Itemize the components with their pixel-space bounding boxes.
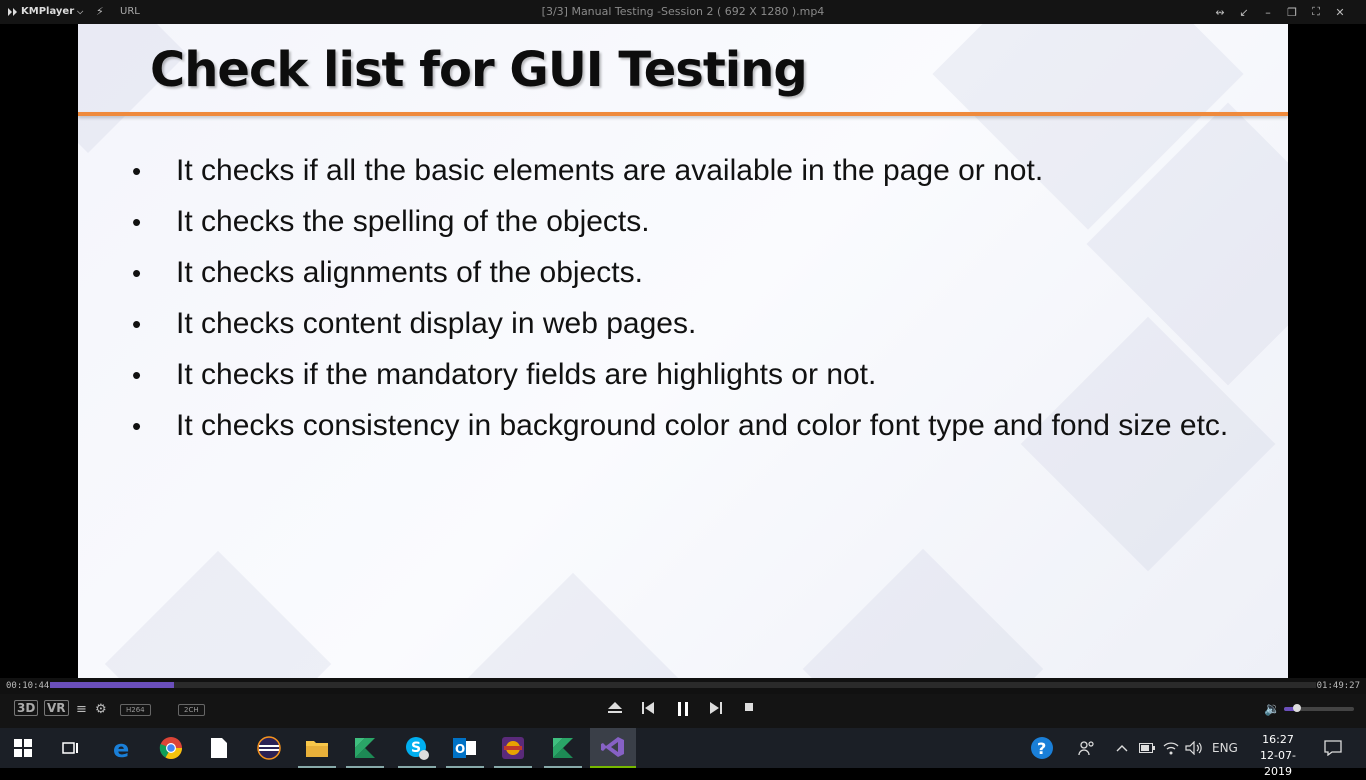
- skype-icon[interactable]: S: [394, 728, 440, 768]
- presentation-slide: Check list for GUI Testing • It checks if…: [78, 24, 1288, 678]
- codec-badge[interactable]: H264: [120, 704, 151, 716]
- total-time: 01:49:27: [1316, 681, 1360, 691]
- slide-decoration: [466, 572, 680, 678]
- eject-icon[interactable]: [608, 702, 622, 714]
- bullet-text: It checks alignments of the objects.: [176, 256, 643, 289]
- bullet-text: It checks content display in web pages.: [176, 307, 697, 340]
- bullet-icon: •: [132, 411, 142, 441]
- windows-taskbar: e S O ? ENG 16:27 12-07-2019: [0, 728, 1366, 778]
- window-controls: ↭ ↙ – ❐ ⛶ ✕: [1208, 4, 1352, 20]
- minimize-icon[interactable]: –: [1256, 4, 1280, 20]
- wifi-icon[interactable]: [1163, 728, 1179, 768]
- visual-studio-icon[interactable]: [590, 728, 636, 768]
- people-icon[interactable]: [1078, 728, 1096, 768]
- list-item: • It checks if the mandatory fields are h…: [128, 354, 1248, 396]
- list-item: • It checks consistency in background col…: [128, 405, 1248, 447]
- slide-title: Check list for GUI Testing: [150, 42, 808, 98]
- window-title: [3/3] Manual Testing -Session 2 ( 692 X …: [541, 5, 825, 18]
- dev-tool-icon[interactable]: [490, 728, 536, 768]
- edge-icon[interactable]: e: [100, 728, 146, 768]
- kotlin-ide-icon[interactable]: [540, 728, 586, 768]
- file-explorer-icon[interactable]: [294, 728, 340, 768]
- close-icon[interactable]: ✕: [1328, 4, 1352, 20]
- battery-icon[interactable]: [1139, 728, 1155, 768]
- pin-icon[interactable]: ↭: [1208, 4, 1232, 20]
- player-controls: 3D VR ≡ ⚙ H264 2CH 🔉: [0, 694, 1366, 728]
- list-item: • It checks the spelling of the objects.: [128, 201, 1248, 243]
- previous-icon[interactable]: [642, 702, 654, 714]
- clock-time: 16:27: [1262, 733, 1294, 746]
- volume-knob[interactable]: [1292, 704, 1301, 712]
- clock-date: 12-07-2019: [1260, 749, 1296, 778]
- svg-text:e: e: [113, 736, 129, 760]
- bullet-text: It checks consistency in background colo…: [176, 409, 1229, 442]
- list-item: • It checks alignments of the objects.: [128, 252, 1248, 294]
- player-title-bar: KMPlayer ⌵ ⚡ URL [3/3] Manual Testing -S…: [0, 0, 1366, 24]
- bullet-text: It checks the spelling of the objects.: [176, 205, 650, 238]
- slide-decoration: [802, 548, 1044, 678]
- volume-slider[interactable]: [1284, 704, 1354, 712]
- mini-mode-icon[interactable]: ↙: [1232, 4, 1256, 20]
- help-icon[interactable]: ?: [1030, 728, 1054, 768]
- restore-icon[interactable]: ❐: [1280, 4, 1304, 20]
- svg-text:O: O: [455, 742, 465, 756]
- volume-icon[interactable]: 🔉: [1264, 702, 1280, 717]
- task-view-icon[interactable]: [48, 728, 94, 768]
- system-clock[interactable]: 16:27 12-07-2019: [1250, 732, 1306, 780]
- language-indicator[interactable]: ENG: [1212, 728, 1238, 768]
- kotlin-icon[interactable]: [342, 728, 388, 768]
- elapsed-time: 00:10:44: [6, 681, 50, 691]
- seek-progress: [50, 682, 175, 688]
- playlist-icon[interactable]: ≡: [76, 702, 87, 717]
- bullet-icon: •: [132, 207, 142, 237]
- eclipse-icon[interactable]: [246, 728, 292, 768]
- 3d-mode-button[interactable]: 3D: [14, 700, 39, 716]
- file-icon[interactable]: [196, 728, 242, 768]
- list-item: • It checks if all the basic elements are…: [128, 150, 1248, 192]
- notifications-icon[interactable]: [1324, 728, 1342, 768]
- svg-text:?: ?: [1037, 739, 1046, 758]
- video-viewport[interactable]: Check list for GUI Testing • It checks if…: [0, 24, 1366, 678]
- slide-decoration: [104, 550, 332, 678]
- bullet-icon: •: [132, 309, 142, 339]
- gear-icon[interactable]: ⚙: [95, 702, 107, 717]
- bullet-icon: •: [132, 156, 142, 186]
- chrome-icon[interactable]: [148, 728, 194, 768]
- channel-badge[interactable]: 2CH: [178, 704, 205, 716]
- fullscreen-icon[interactable]: ⛶: [1304, 4, 1328, 20]
- bullet-list: • It checks if all the basic elements are…: [128, 150, 1248, 456]
- bullet-text: It checks if the mandatory fields are hi…: [176, 358, 877, 391]
- outlook-icon[interactable]: O: [442, 728, 488, 768]
- chevron-up-icon[interactable]: [1116, 728, 1128, 768]
- bullet-icon: •: [132, 360, 142, 390]
- seek-bar[interactable]: [50, 682, 1316, 688]
- start-icon[interactable]: [0, 728, 46, 768]
- bullet-text: It checks if all the basic elements are …: [176, 154, 1044, 187]
- vr-mode-button[interactable]: VR: [44, 700, 69, 716]
- pause-icon[interactable]: [677, 702, 689, 716]
- next-icon[interactable]: [710, 702, 722, 714]
- speaker-icon[interactable]: [1185, 728, 1203, 768]
- bullet-icon: •: [132, 258, 142, 288]
- seek-bar-row: 00:10:44 01:49:27: [0, 678, 1366, 694]
- stop-icon[interactable]: [744, 702, 754, 712]
- title-underline: [78, 112, 1288, 116]
- list-item: • It checks content display in web pages.: [128, 303, 1248, 345]
